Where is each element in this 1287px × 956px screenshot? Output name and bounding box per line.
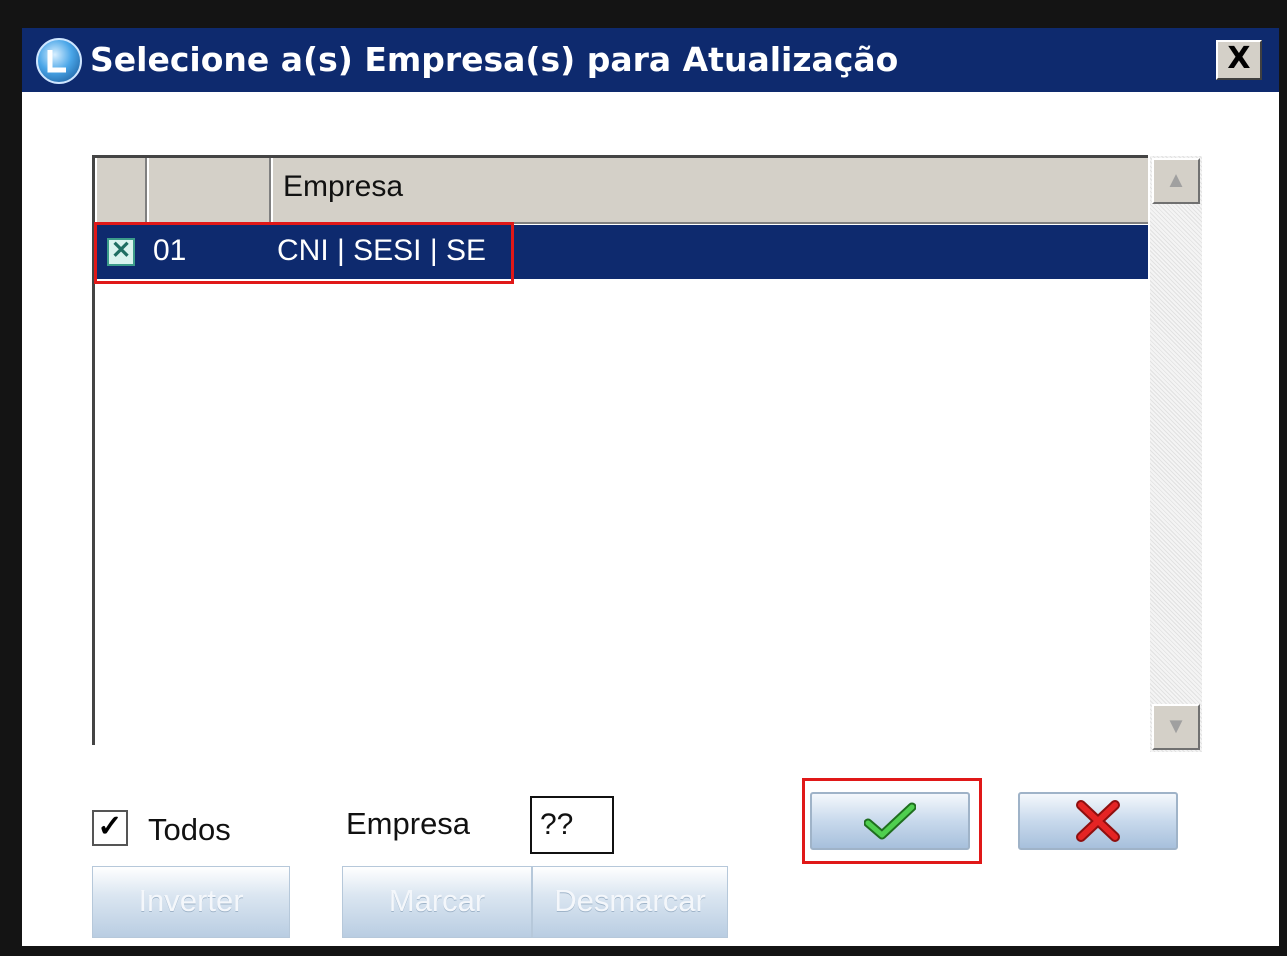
grid-header: Empresa	[95, 158, 1148, 224]
title-bar[interactable]: Selecione a(s) Empresa(s) para Atualizaç…	[22, 28, 1279, 92]
column-header-code[interactable]	[147, 158, 271, 222]
desmarcar-button[interactable]: Desmarcar	[532, 866, 728, 938]
todos-checkbox[interactable]: ✓	[92, 810, 128, 846]
vertical-scrollbar[interactable]: ▲ ▼	[1150, 156, 1202, 752]
triangle-up-icon: ▲	[1165, 167, 1187, 192]
outer-frame-top	[0, 0, 1287, 28]
scroll-down-button[interactable]: ▼	[1152, 704, 1200, 750]
outer-frame-left	[0, 0, 22, 956]
column-header-empresa-label: Empresa	[283, 170, 404, 203]
column-header-empresa[interactable]: Empresa	[271, 158, 1148, 222]
empresa-filter-input[interactable]: ??	[530, 796, 614, 854]
cancel-button[interactable]	[1018, 792, 1178, 850]
close-button[interactable]: X	[1216, 40, 1262, 80]
confirm-highlight-annotation	[802, 778, 982, 864]
app-globe-icon	[36, 38, 82, 84]
inverter-button[interactable]: Inverter	[92, 866, 290, 938]
todos-label: Todos	[148, 812, 231, 847]
column-header-check[interactable]	[95, 158, 147, 222]
empresa-filter-label: Empresa	[346, 806, 471, 841]
outer-frame-right	[1279, 0, 1287, 956]
window-title: Selecione a(s) Empresa(s) para Atualizaç…	[90, 40, 899, 79]
triangle-down-icon: ▼	[1165, 713, 1187, 738]
outer-frame-bottom	[0, 946, 1287, 956]
marcar-button[interactable]: Marcar	[342, 866, 532, 938]
row-highlight-annotation	[94, 222, 514, 284]
scroll-up-button[interactable]: ▲	[1152, 158, 1200, 204]
red-x-icon	[1076, 800, 1120, 842]
company-selection-dialog: Selecione a(s) Empresa(s) para Atualizaç…	[22, 28, 1279, 946]
